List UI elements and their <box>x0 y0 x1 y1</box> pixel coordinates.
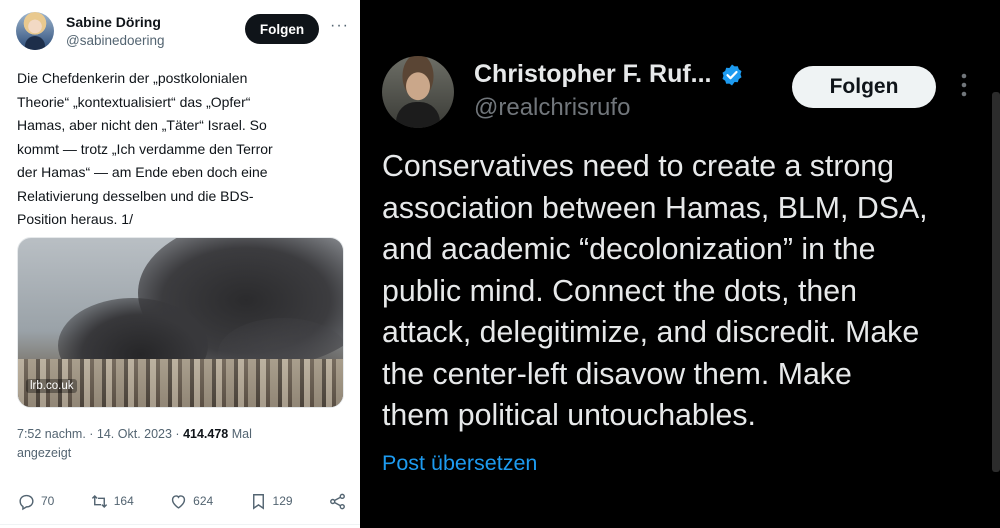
views-suffix: Mal <box>231 427 252 441</box>
tweet-text-line: Die Chefdenkerin der „postkolonialen <box>17 70 248 86</box>
translate-post-link[interactable]: Post übersetzen <box>382 451 537 476</box>
repost-count: 164 <box>113 494 134 508</box>
tweet-text-line: Hamas, aber nicht den „Täter“ Israel. So <box>17 117 267 133</box>
link-source-label[interactable]: lrb.co.uk <box>26 379 78 393</box>
action-bar: 70 164 624 129 <box>17 489 347 513</box>
bookmark-count: 129 <box>272 494 293 508</box>
tweet-text-line: them political untouchables. <box>382 399 756 432</box>
follow-button[interactable]: Folgen <box>245 14 319 44</box>
more-horizontal-icon[interactable]: ··· <box>330 17 349 35</box>
repost-icon <box>91 494 107 508</box>
tweet-text: Die Chefdenkerin der „postkolonialen The… <box>17 67 347 232</box>
reply-count: 70 <box>41 494 55 508</box>
bookmark-icon <box>252 493 264 510</box>
left-tweet-panel: Sabine Döring @sabinedoering Folgen ··· … <box>0 0 360 528</box>
avatar[interactable] <box>382 56 454 128</box>
like-count: 624 <box>193 494 214 508</box>
tweet-text-line: kommt — trotz „Ich verdamme den Terror <box>17 140 273 157</box>
follow-button[interactable]: Folgen <box>792 66 936 108</box>
author-name[interactable]: Christopher F. Ruf... <box>474 60 712 89</box>
author-name-row: Christopher F. Ruf... <box>474 60 744 89</box>
bookmark-button[interactable]: 129 <box>249 492 293 511</box>
views-count: 414.478 <box>183 427 229 441</box>
views-label: angezeigt <box>17 446 72 460</box>
like-button[interactable]: 624 <box>169 492 213 511</box>
tweet-text-line: Theorie“ „kontextualisiert“ das „Opfer“ <box>17 93 251 110</box>
author-name[interactable]: Sabine Döring <box>66 14 161 30</box>
heart-icon <box>171 494 186 509</box>
tweet-text-line: Relativierung desselben und die BDS- <box>17 187 254 204</box>
link-preview-image[interactable]: lrb.co.uk <box>17 237 344 408</box>
reply-icon <box>19 494 34 510</box>
scrollbar[interactable] <box>992 92 1000 472</box>
more-vertical-icon[interactable] <box>961 72 967 98</box>
share-icon <box>330 493 345 509</box>
tweet-text-line: Position heraus. 1/ <box>17 211 133 227</box>
tweet-text-line: public mind. Connect the dots, then <box>382 274 857 308</box>
tweet-text-line: and academic “decolonization” in the <box>382 233 876 266</box>
author-handle[interactable]: @realchrisrufo <box>474 94 630 122</box>
verified-badge-icon <box>722 64 741 85</box>
reply-button[interactable]: 70 <box>17 492 54 511</box>
tweet-text-line: Conservatives need to create a strong <box>382 150 894 183</box>
tweet-text-line: the center-left disavow them. Make <box>382 357 852 391</box>
tweet-text: Conservatives need to create a strong as… <box>382 146 982 437</box>
tweet-text-line: association between Hamas, BLM, DSA, <box>382 191 928 225</box>
share-button[interactable] <box>328 492 347 511</box>
right-tweet-panel: Christopher F. Ruf... @realchrisrufo Fol… <box>362 0 1000 528</box>
tweet-text-line: der Hamas“ — am Ende eben doch eine <box>17 164 268 180</box>
author-handle[interactable]: @sabinedoering <box>66 33 165 48</box>
tweet-text-line: attack, delegitimize, and discredit. Mak… <box>382 316 920 349</box>
tweet-metadata: 7:52 nachm. · 14. Okt. 2023 · 414.478 Ma… <box>17 425 347 463</box>
avatar[interactable] <box>16 12 54 50</box>
divider <box>0 524 360 525</box>
timestamp[interactable]: 7:52 nachm. · 14. Okt. 2023 · <box>17 427 180 441</box>
repost-button[interactable]: 164 <box>90 492 134 511</box>
